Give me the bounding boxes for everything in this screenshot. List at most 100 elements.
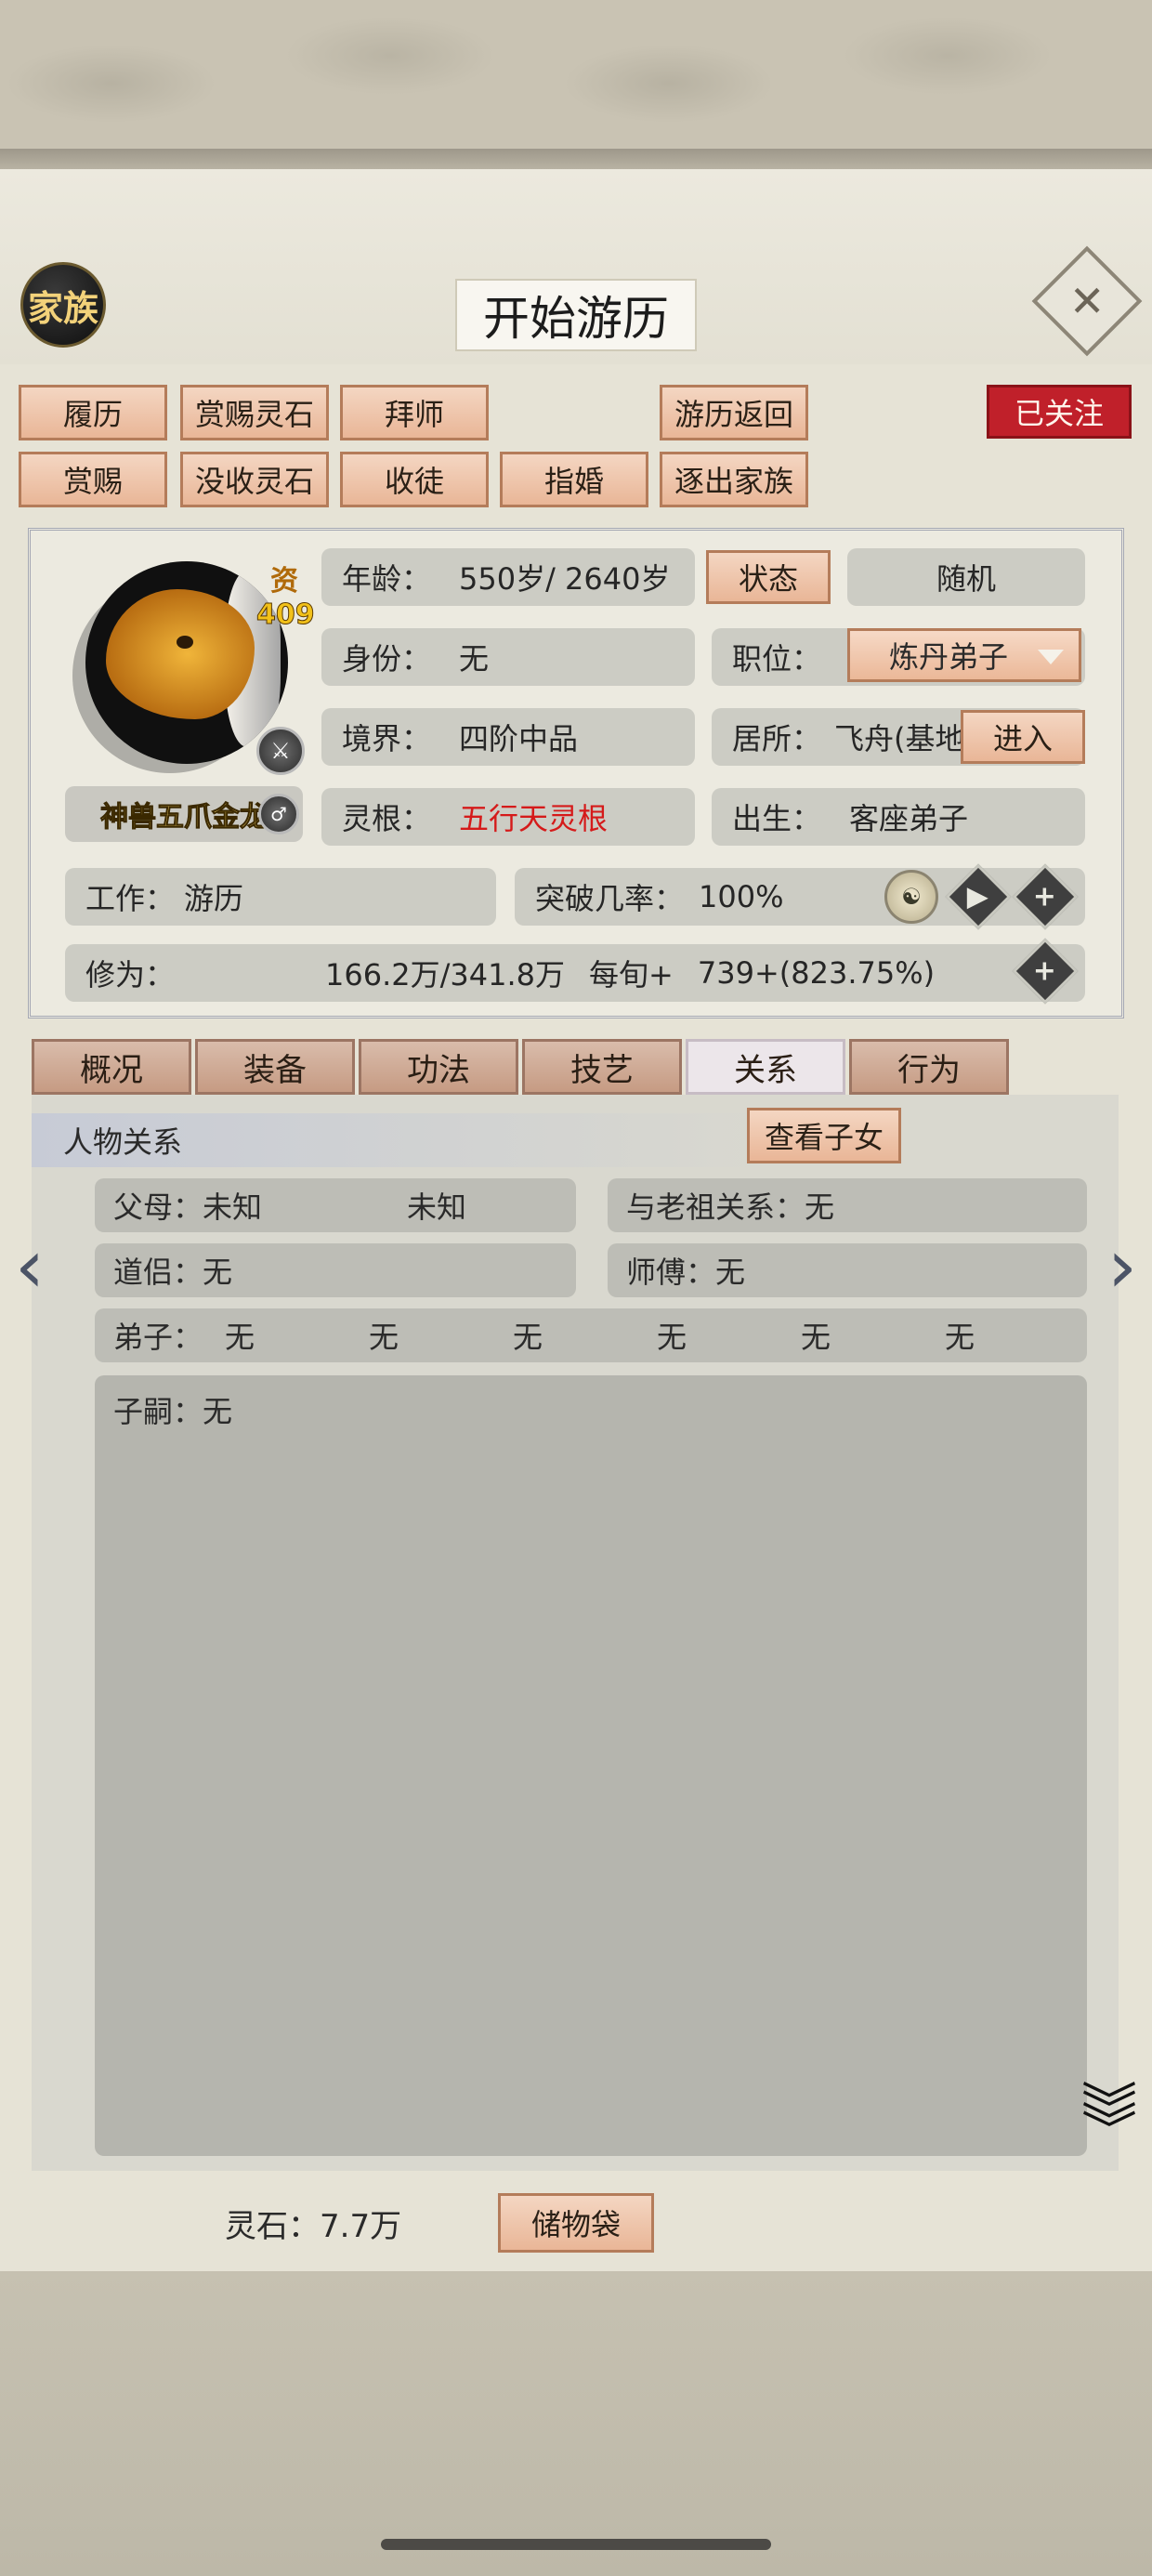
- spirit-root-field: 灵根： 五行天灵根: [321, 788, 695, 846]
- companion-field: 道侣： 无: [95, 1243, 576, 1297]
- disciple-1[interactable]: 无: [225, 1314, 369, 1357]
- family-label: 家族: [27, 287, 98, 329]
- breakthrough-figure-icon[interactable]: ☯: [884, 870, 938, 924]
- tab-equipment[interactable]: 装备: [195, 1039, 355, 1095]
- confiscate-spirit-stone-button[interactable]: 没收灵石: [180, 452, 329, 507]
- relations-section-title: 人物关系: [32, 1113, 775, 1167]
- tab-relations[interactable]: 关系: [686, 1039, 845, 1095]
- reward-spirit-stone-button[interactable]: 赏赐灵石: [180, 385, 329, 440]
- disciple-5[interactable]: 无: [801, 1314, 945, 1357]
- heirs-label: 子嗣：: [113, 1394, 203, 1429]
- tab-skills[interactable]: 技艺: [522, 1039, 682, 1095]
- realm-field: 境界： 四阶中品: [321, 708, 695, 766]
- scroll-down-chevrons-icon[interactable]: ︾ ︾: [1081, 2083, 1137, 2159]
- birth-value: 客座弟子: [849, 801, 969, 836]
- breakthrough-value: 100%: [699, 879, 784, 914]
- top-decor-band: [0, 0, 1152, 167]
- disciples-field: 弟子： 无 无 无 无 无 无: [95, 1308, 1087, 1362]
- identity-label: 身份：: [342, 641, 432, 677]
- age-field: 年龄： 550岁/ 2640岁: [321, 548, 695, 606]
- tab-techniques[interactable]: 功法: [359, 1039, 518, 1095]
- parents-label: 父母：: [113, 1189, 203, 1225]
- previous-character-arrow-icon[interactable]: ‹: [7, 1223, 52, 1309]
- heirs-field: 子嗣：无: [95, 1375, 1087, 2156]
- sword-icon[interactable]: ⚔: [256, 727, 305, 775]
- breakthrough-label: 突破几率：: [535, 881, 685, 916]
- aptitude-badge: 资 409: [256, 558, 316, 632]
- parent-2[interactable]: 未知: [407, 1184, 466, 1227]
- dropdown-caret-icon: [1038, 650, 1064, 664]
- master-value[interactable]: 无: [715, 1249, 745, 1292]
- birth-field: 出生： 客座弟子: [712, 788, 1085, 846]
- position-dropdown[interactable]: 炼丹弟子: [847, 628, 1081, 682]
- parents-field: 父母： 未知 未知: [95, 1178, 576, 1232]
- position-label: 职位：: [732, 641, 822, 677]
- followed-button[interactable]: 已关注: [987, 385, 1132, 439]
- storage-bag-button[interactable]: 储物袋: [498, 2193, 654, 2253]
- master-label: 师傅：: [626, 1255, 716, 1290]
- work-field: 工作： 游历: [65, 868, 496, 926]
- per-turn-label: 每旬+: [589, 957, 674, 992]
- tab-behavior[interactable]: 行为: [849, 1039, 1009, 1095]
- companion-value[interactable]: 无: [203, 1249, 232, 1292]
- bottom-decor-band: [0, 2271, 1152, 2576]
- golden-dragon-head: [106, 589, 255, 719]
- next-character-arrow-icon[interactable]: ›: [1100, 1223, 1145, 1309]
- realm-value: 四阶中品: [459, 721, 579, 756]
- dragon-eye: [177, 636, 193, 649]
- resume-button[interactable]: 履历: [19, 385, 167, 440]
- view-children-button[interactable]: 查看子女: [747, 1108, 901, 1163]
- heirs-value: 无: [203, 1394, 233, 1429]
- position-value: 炼丹弟子: [889, 639, 1009, 675]
- family-button[interactable]: 家族: [20, 262, 106, 348]
- residence-label: 居所：: [732, 721, 822, 756]
- page-title: 开始游历: [455, 279, 697, 351]
- birth-label: 出生：: [732, 801, 822, 836]
- gender-icon: ♂: [258, 794, 299, 835]
- top-decor-edge: [0, 149, 1152, 169]
- master-field: 师傅： 无: [608, 1243, 1087, 1297]
- accept-disciple-button[interactable]: 收徒: [340, 452, 489, 507]
- ancestor-relation-field: 与老祖关系： 无: [608, 1178, 1087, 1232]
- character-title-text: 神兽五爪金龙: [100, 801, 268, 835]
- disciple-2[interactable]: 无: [369, 1314, 513, 1357]
- random-field[interactable]: 随机: [847, 548, 1085, 606]
- arrange-marriage-button[interactable]: 指婚: [500, 452, 648, 507]
- ancestor-label: 与老祖关系：: [626, 1189, 805, 1225]
- per-turn-value: 739+(823.75%): [697, 955, 936, 991]
- work-label: 工作：: [85, 881, 176, 916]
- apprentice-button[interactable]: 拜师: [340, 385, 489, 440]
- disciple-6[interactable]: 无: [945, 1314, 975, 1357]
- cultivation-label: 修为：: [85, 957, 176, 992]
- aptitude-value: 409: [256, 598, 316, 632]
- spirit-root-label: 灵根：: [342, 801, 432, 836]
- disciple-3[interactable]: 无: [513, 1314, 657, 1357]
- expel-from-family-button[interactable]: 逐出家族: [660, 452, 808, 507]
- return-from-travel-button[interactable]: 游历返回: [660, 385, 808, 440]
- close-icon: ✕: [1068, 275, 1106, 326]
- aptitude-label: 资: [270, 565, 298, 598]
- disciple-4[interactable]: 无: [657, 1314, 801, 1357]
- spirit-stone-value: 7.7万: [320, 2208, 402, 2245]
- enter-button[interactable]: 进入: [961, 710, 1085, 764]
- identity-value: 无: [459, 641, 490, 677]
- reward-button[interactable]: 赏赐: [19, 452, 167, 507]
- parent-1[interactable]: 未知: [203, 1184, 407, 1227]
- identity-field: 身份： 无: [321, 628, 695, 686]
- ancestor-value: 无: [805, 1189, 835, 1225]
- status-button[interactable]: 状态: [706, 550, 831, 604]
- companion-label: 道侣：: [113, 1255, 203, 1290]
- spirit-stone-label: 灵石：: [225, 2208, 320, 2245]
- cultivation-field: 修为： 166.2万/341.8万 每旬+ 739+(823.75%): [65, 944, 1085, 1002]
- home-indicator[interactable]: [381, 2539, 771, 2550]
- residence-value: 飞舟(基地: [834, 721, 965, 756]
- realm-label: 境界：: [342, 721, 432, 756]
- tab-overview[interactable]: 概况: [32, 1039, 191, 1095]
- disciples-label: 弟子：: [113, 1320, 203, 1355]
- age-label: 年龄：: [342, 561, 432, 597]
- spirit-root-value: 五行天灵根: [459, 801, 609, 836]
- work-value: 游历: [184, 881, 244, 916]
- cultivation-value: 166.2万/341.8万: [325, 957, 566, 992]
- age-value: 550岁/ 2640岁: [459, 561, 671, 597]
- spirit-stone-display: 灵石：7.7万: [225, 2201, 401, 2246]
